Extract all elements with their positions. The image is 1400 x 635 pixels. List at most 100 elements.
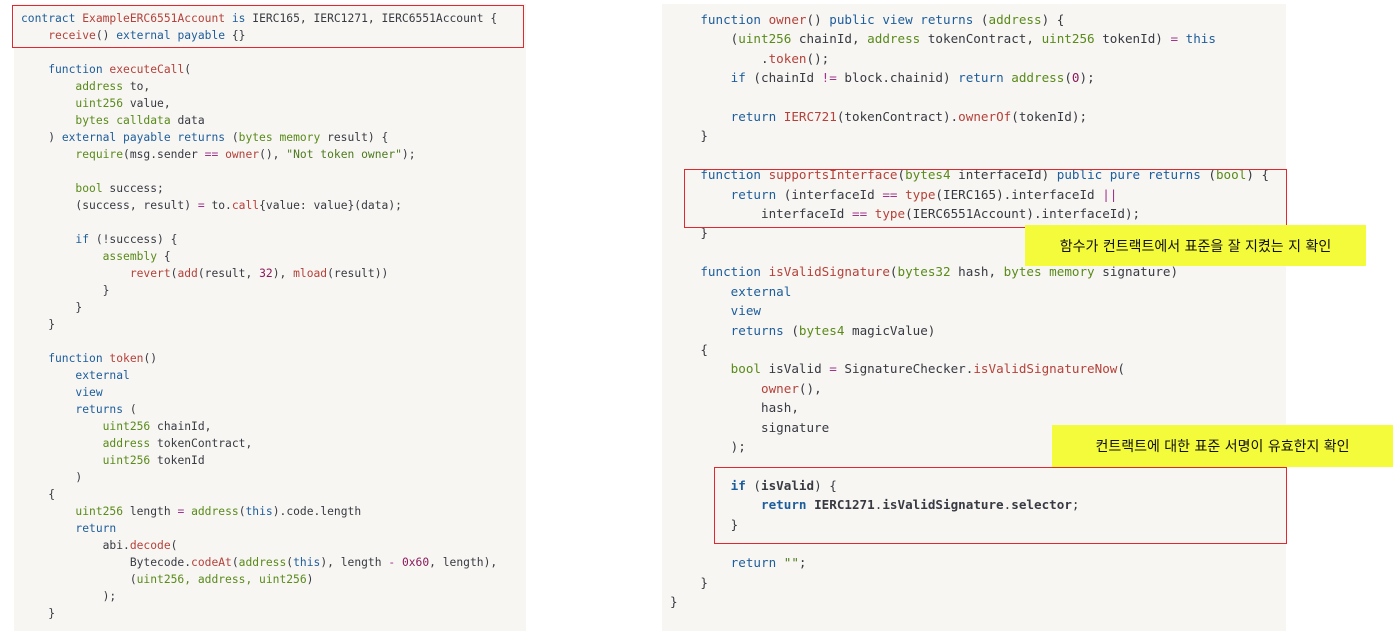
code-token: ( <box>670 31 739 47</box>
code-line: owner(), <box>670 379 1269 398</box>
code-token: function <box>21 352 103 365</box>
code-token: returns <box>670 322 784 338</box>
annotation-note-signature-check: 컨트랙트에 대한 표준 서명이 유효한지 확인 <box>1052 425 1393 467</box>
code-token: owner <box>218 148 260 161</box>
code-line: } <box>21 301 83 314</box>
code-token: address <box>238 556 287 569</box>
code-token: token <box>102 352 144 365</box>
code-token: bytes4 <box>798 322 845 338</box>
code-token: length <box>123 505 178 518</box>
code-token: (tokenId); <box>1011 109 1088 125</box>
code-token: (), <box>259 148 287 161</box>
code-token: ); <box>401 148 416 161</box>
code-token: == <box>204 148 219 161</box>
code-token: address <box>867 31 921 47</box>
code-token: function <box>670 264 761 280</box>
code-token: calldata <box>109 114 171 127</box>
code-token: ) <box>306 573 314 586</box>
code-token: owner <box>670 380 799 396</box>
code-token: () <box>143 352 158 365</box>
code-token: call <box>231 199 260 212</box>
code-token: uint256, address, uint256 <box>136 573 307 586</box>
code-token: . <box>670 50 769 66</box>
code-line: uint256 value, <box>21 95 497 112</box>
code-line: { <box>670 341 708 357</box>
code-line: Bytecode.codeAt(address(this), length - … <box>21 554 497 571</box>
code-token: this <box>245 505 273 518</box>
code-token: ( <box>973 12 989 27</box>
code-token: bytes memory <box>1003 264 1095 280</box>
code-token: isValid <box>761 361 830 377</box>
code-line: } <box>21 607 56 620</box>
code-token: ( <box>1117 361 1125 377</box>
code-line: address tokenContract, <box>21 435 497 452</box>
code-token: ( <box>184 63 192 76</box>
code-line: if (chainId != block.chainid) return add… <box>670 68 1269 87</box>
code-token: codeAt <box>191 556 232 569</box>
code-token: require <box>21 148 124 161</box>
code-token: = <box>197 199 205 212</box>
code-token: public view returns <box>821 12 974 27</box>
code-token: "Not token owner" <box>286 148 402 161</box>
code-token: (success, result) <box>21 199 198 212</box>
code-token: address <box>21 80 124 93</box>
code-token: (chainId <box>745 70 822 86</box>
code-token: token <box>768 50 807 66</box>
code-token: abi. <box>21 539 130 552</box>
code-token: bytes memory <box>238 131 321 144</box>
code-token: ), length <box>320 556 389 569</box>
code-token: 0x60 <box>395 556 430 569</box>
code-line: abi.decode( <box>21 537 497 554</box>
code-line: return <box>21 522 117 535</box>
code-token: = <box>829 361 837 377</box>
code-line: } <box>670 128 708 144</box>
code-line: uint256 chainId, <box>21 418 497 435</box>
code-line: return IERC721(tokenContract).ownerOf(to… <box>670 107 1269 126</box>
code-line: ) <box>21 471 83 484</box>
code-token: tokenId) <box>1094 31 1171 47</box>
code-token: SignatureChecker. <box>836 361 974 377</box>
highlight-box-is-valid-return <box>714 467 1287 544</box>
code-line: external <box>670 283 792 299</box>
highlight-box-contract-header <box>12 5 524 48</box>
code-token: executeCall <box>102 63 185 76</box>
code-token: uint256 <box>738 31 792 47</box>
code-token: { <box>157 250 171 263</box>
code-token: (); <box>806 50 830 66</box>
code-line: returns (bytes4 magicValue) <box>670 321 1269 340</box>
code-token: address <box>21 437 151 450</box>
code-line: address to, <box>21 78 497 95</box>
code-line: uint256 tokenId <box>21 452 497 469</box>
code-token: external payable returns <box>61 131 226 144</box>
code-token: return <box>958 70 1004 86</box>
code-token: success; <box>102 182 164 195</box>
code-token: ( <box>231 556 239 569</box>
code-line: } <box>21 284 110 297</box>
code-line: { <box>21 488 56 501</box>
code-line: if (!success) { <box>21 231 497 248</box>
code-line: revert(add(result, 32), mload(result)) <box>21 265 497 282</box>
code-token: address <box>988 12 1042 27</box>
code-token: if <box>21 233 90 246</box>
code-token: address <box>184 505 239 518</box>
code-token: ), <box>272 267 294 280</box>
code-line: .token(); <box>670 49 1269 68</box>
code-token: uint256 <box>21 454 151 467</box>
code-token: uint256 <box>21 420 151 433</box>
code-line: hash, <box>670 400 799 416</box>
code-token: decode <box>129 539 171 552</box>
code-token: return <box>670 109 777 125</box>
code-token: ) <box>21 131 62 144</box>
code-line: (uint256, address, uint256) <box>21 571 497 588</box>
code-token: function <box>21 63 103 76</box>
code-token: ); <box>1079 70 1095 86</box>
code-token: () <box>806 12 822 27</box>
code-token: "" <box>776 555 799 571</box>
code-line: ) external payable returns (bytes memory… <box>21 129 497 146</box>
code-token: ( <box>783 322 799 338</box>
code-token: (result, <box>197 267 260 280</box>
code-token: uint256 <box>1041 31 1095 47</box>
